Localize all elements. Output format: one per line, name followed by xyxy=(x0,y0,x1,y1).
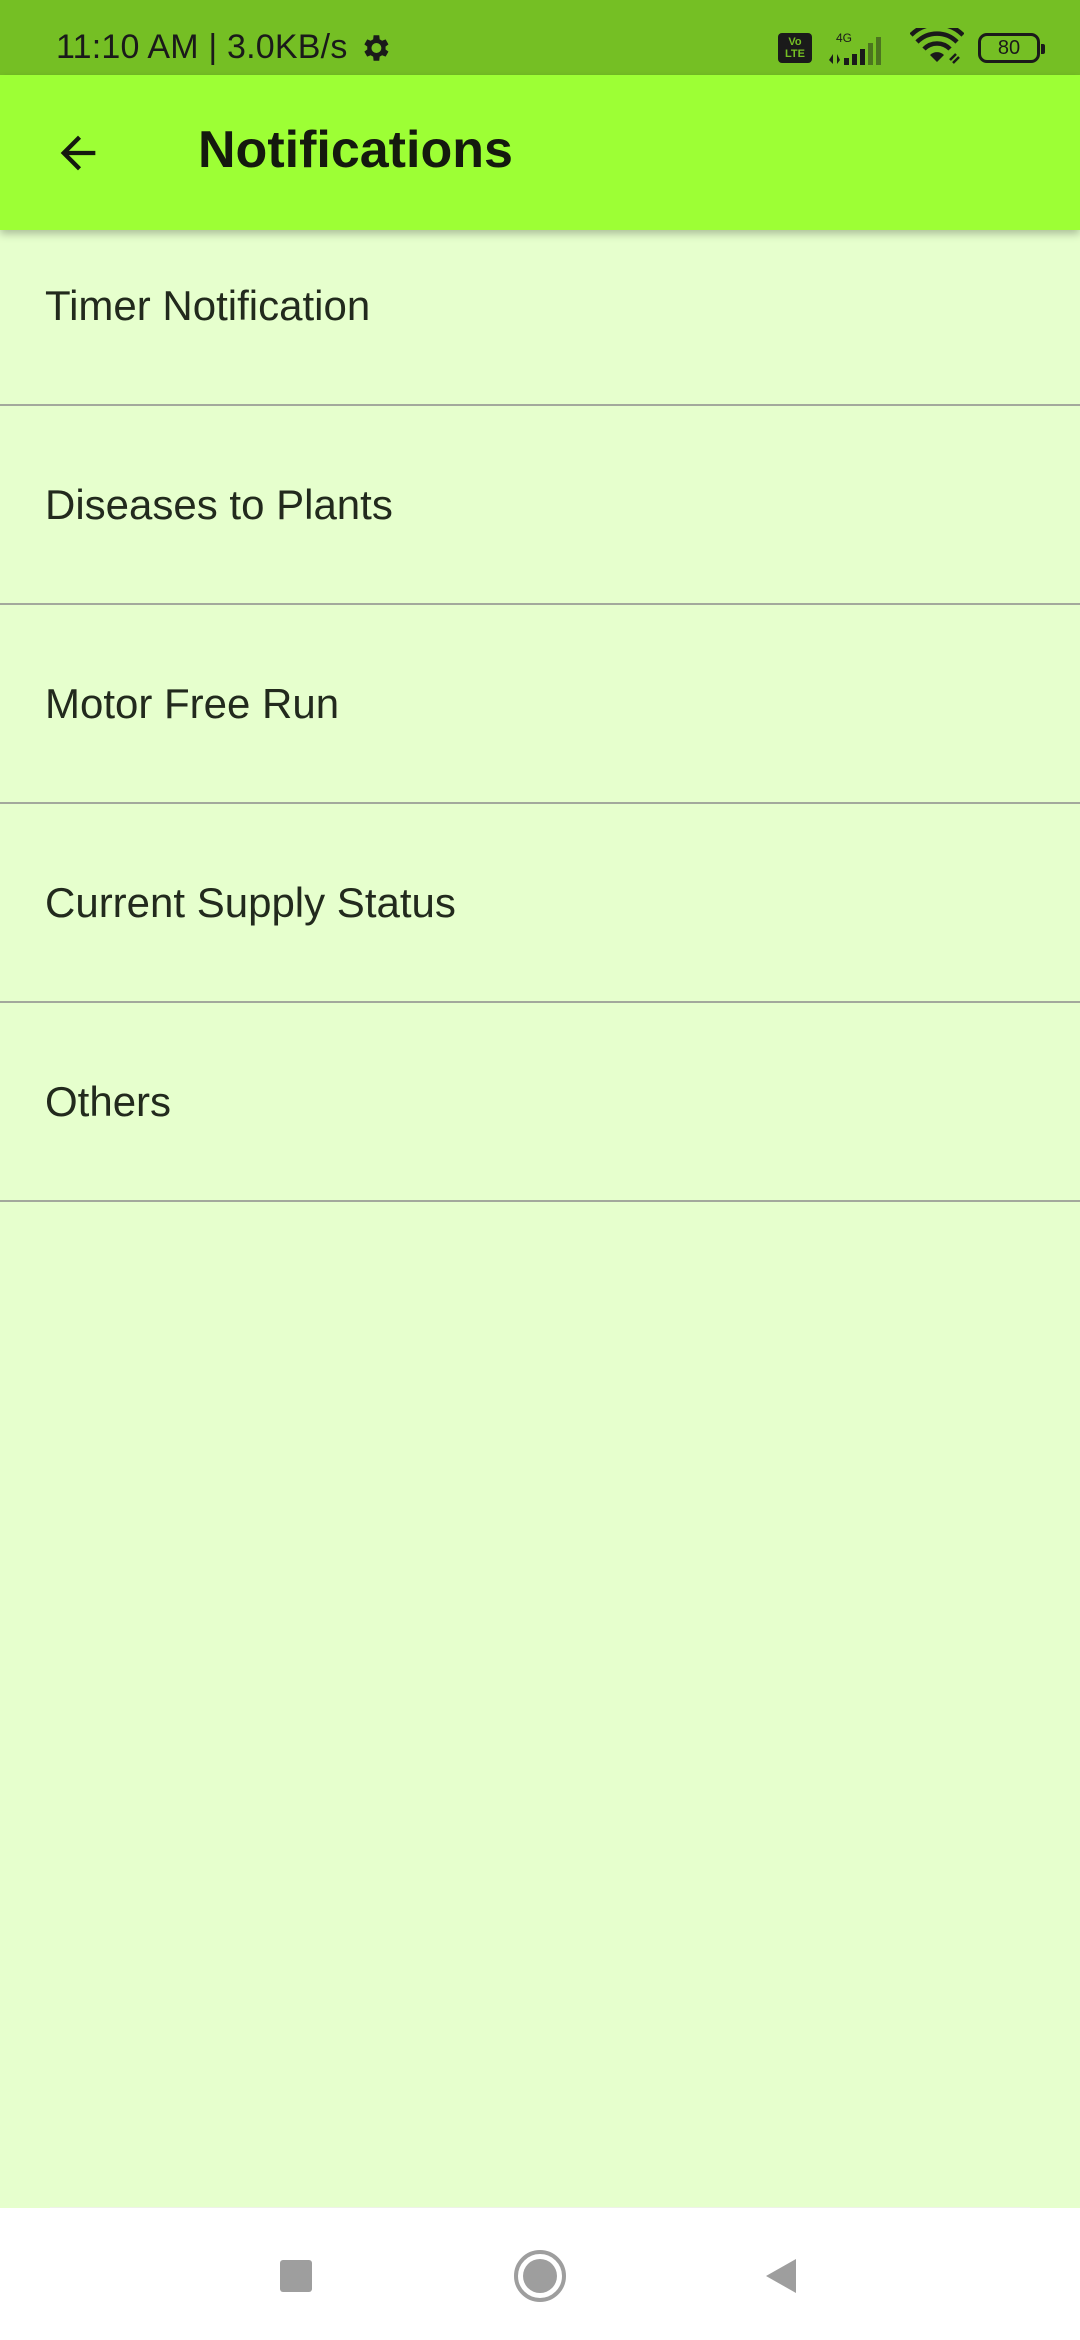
list-item-label: Motor Free Run xyxy=(45,679,340,727)
recents-button[interactable] xyxy=(266,2246,326,2306)
network-label: 4G xyxy=(836,31,852,45)
arrow-left-icon xyxy=(60,135,96,171)
status-right: Vo LTE 4G 80 xyxy=(778,22,1045,74)
circle-icon xyxy=(514,2250,566,2302)
list-item-others[interactable]: Others xyxy=(0,1003,1080,1202)
wifi-icon xyxy=(910,28,964,64)
cellular-signal-icon: 4G xyxy=(829,31,881,65)
status-bar: 11:10 AM | 3.0KB/s Vo LTE 4G 80 xyxy=(0,0,1080,75)
list-item-label: Current Supply Status xyxy=(45,878,456,926)
list-item-current-supply-status[interactable]: Current Supply Status xyxy=(0,804,1080,1003)
square-icon xyxy=(280,2260,312,2292)
app-bar: Notifications xyxy=(0,75,1080,230)
list-item-diseases-to-plants[interactable]: Diseases to Plants xyxy=(0,406,1080,605)
system-nav-bar xyxy=(0,2208,1080,2340)
back-button[interactable] xyxy=(40,115,116,191)
list-item-label: Diseases to Plants xyxy=(45,480,393,528)
status-time-speed: 11:10 AM | 3.0KB/s xyxy=(56,28,348,66)
screen: 11:10 AM | 3.0KB/s Vo LTE 4G 80 Notifica… xyxy=(0,0,1080,2340)
gear-icon xyxy=(363,34,388,61)
nav-back-button[interactable] xyxy=(752,2246,812,2306)
page-title: Notifications xyxy=(198,121,513,179)
battery-icon: 80 xyxy=(978,33,1045,63)
list-item-label: Others xyxy=(45,1077,172,1125)
home-button[interactable] xyxy=(510,2246,570,2306)
volte-icon: Vo LTE xyxy=(778,33,812,63)
list-item-motor-free-run[interactable]: Motor Free Run xyxy=(0,605,1080,804)
list-item-label: Timer Notification xyxy=(45,282,371,329)
triangle-back-icon xyxy=(766,2259,796,2293)
battery-level: 80 xyxy=(997,37,1021,59)
list-item-timer-notification[interactable]: Timer Notification xyxy=(0,230,1080,406)
notification-category-list: Timer Notification Diseases to Plants Mo… xyxy=(0,230,1080,1202)
